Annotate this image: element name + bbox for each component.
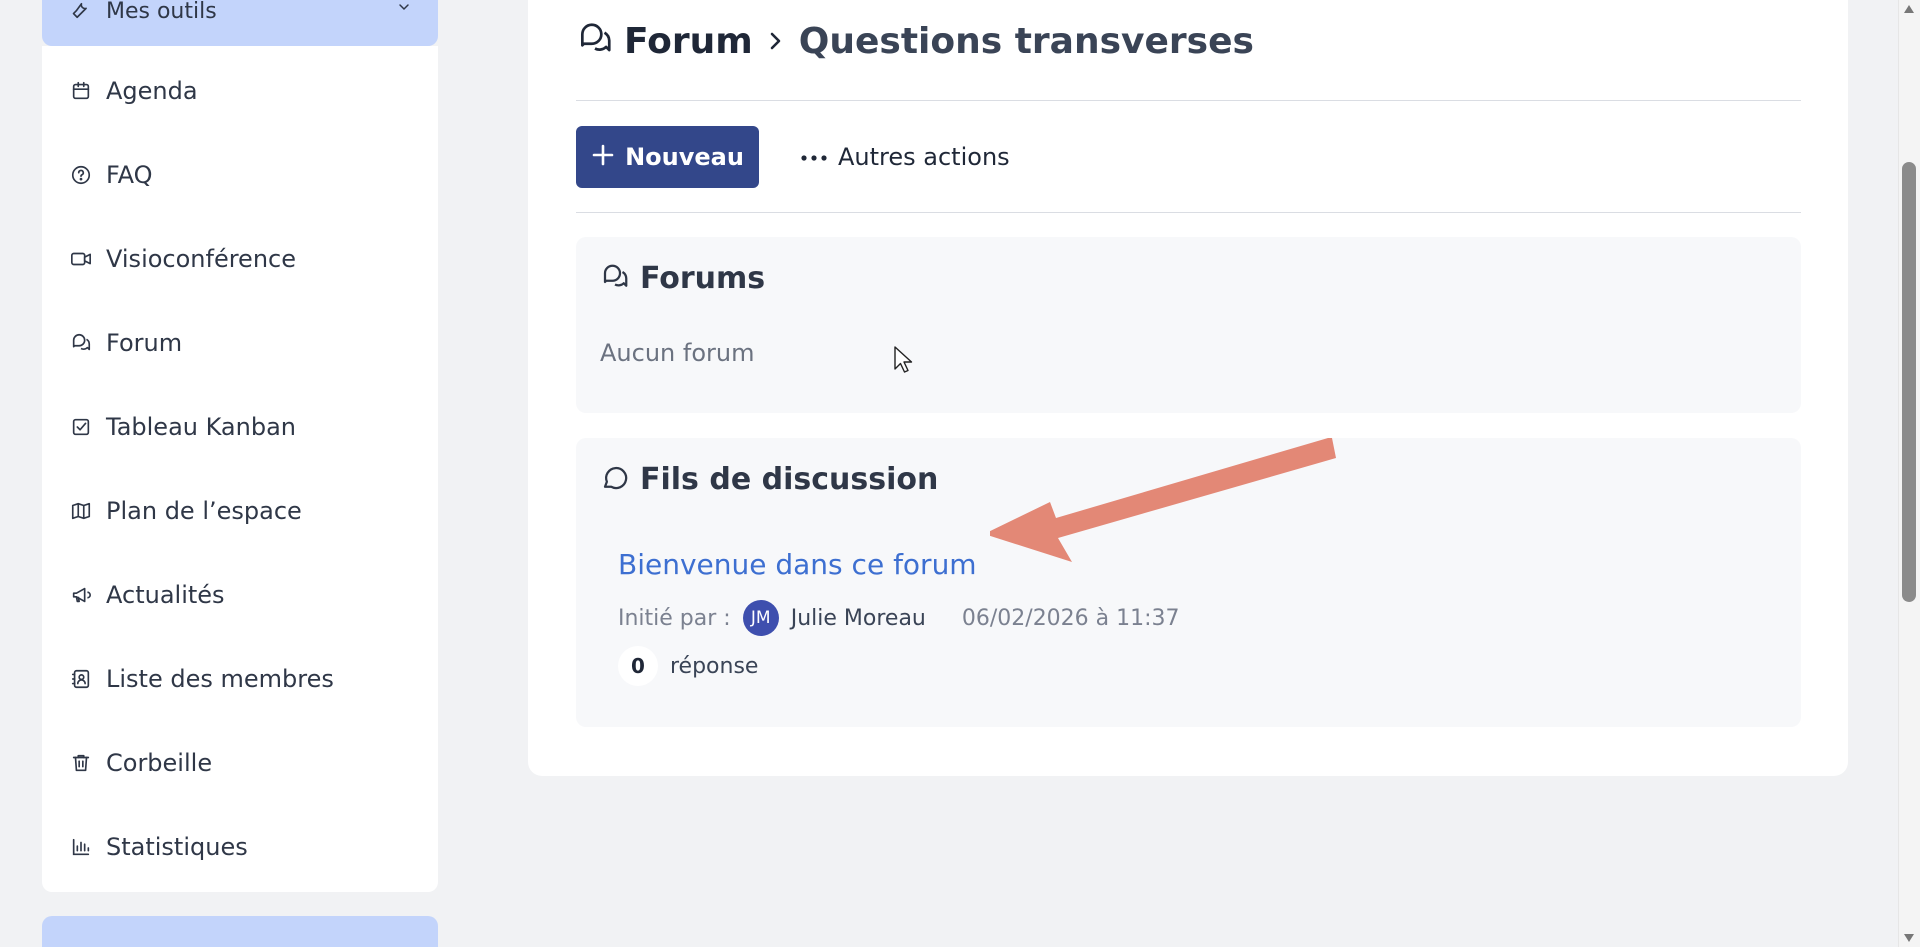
sidebar-item-label: Plan de l’espace xyxy=(106,497,302,525)
next-section-header[interactable] xyxy=(42,916,438,947)
tools-menu: Agenda FAQ Visioconférence Forum Tableau… xyxy=(42,46,438,892)
sidebar-item-label: Liste des membres xyxy=(106,665,334,693)
sidebar-item-label: Actualités xyxy=(106,581,225,609)
chat-bubble-icon xyxy=(600,463,630,497)
forums-panel: Forums Aucun forum xyxy=(576,237,1801,413)
forums-panel-title: Forums xyxy=(600,261,765,296)
sidebar-item-label: Agenda xyxy=(106,77,198,105)
divider xyxy=(576,100,1801,101)
trash-icon xyxy=(68,750,94,776)
scrollbar-thumb[interactable] xyxy=(1902,162,1916,602)
sidebar-item-label: Statistiques xyxy=(106,833,248,861)
new-button-label: Nouveau xyxy=(625,143,744,171)
video-camera-icon xyxy=(68,246,94,272)
author-name[interactable]: Julie Moreau xyxy=(791,606,926,631)
reply-count-badge: 0 xyxy=(618,646,658,686)
wrench-icon xyxy=(68,0,90,24)
tools-section-header[interactable]: Mes outils xyxy=(42,0,438,46)
reply-label: réponse xyxy=(670,653,759,679)
calendar-icon xyxy=(68,78,94,104)
sidebar-item-label: Forum xyxy=(106,329,183,357)
more-actions-button[interactable]: Autres actions xyxy=(800,136,1010,178)
chevron-right-icon xyxy=(767,29,785,53)
tools-section-label: Mes outils xyxy=(106,0,217,24)
page-title: Questions transverses xyxy=(798,20,1254,62)
sidebar-item-label: FAQ xyxy=(106,161,153,189)
thread-meta: Initié par : JM Julie Moreau 06/02/2026 … xyxy=(618,600,1180,636)
sidebar-item-kanban[interactable]: Tableau Kanban xyxy=(68,407,296,447)
avatar[interactable]: JM xyxy=(742,600,779,636)
sidebar-item-agenda[interactable]: Agenda xyxy=(68,71,198,111)
thread-date: 06/02/2026 à 11:37 xyxy=(961,605,1180,631)
mouse-cursor-icon xyxy=(894,346,913,373)
chat-bubbles-icon xyxy=(600,262,630,296)
ellipsis-icon xyxy=(800,148,828,167)
forums-title: Forums xyxy=(640,261,766,296)
breadcrumb: Forum Questions transverses xyxy=(576,18,1254,64)
contact-book-icon xyxy=(68,666,94,692)
sidebar-item-trash[interactable]: Corbeille xyxy=(68,743,212,783)
sidebar-item-forum[interactable]: Forum xyxy=(68,323,182,363)
checkbox-icon xyxy=(68,414,94,440)
plus-icon xyxy=(591,143,615,171)
sidebar-item-statistics[interactable]: Statistiques xyxy=(68,827,248,867)
megaphone-icon xyxy=(68,582,94,608)
new-button[interactable]: Nouveau xyxy=(576,126,759,188)
sidebar-item-faq[interactable]: FAQ xyxy=(68,155,153,195)
sidebar-item-label: Corbeille xyxy=(106,749,213,777)
threads-panel-title: Fils de discussion xyxy=(600,462,938,497)
sidebar: Mes outils Agenda FAQ Visioconférence Fo… xyxy=(0,0,481,947)
sidebar-item-visioconference[interactable]: Visioconférence xyxy=(68,239,296,279)
chat-bubbles-icon xyxy=(576,20,614,62)
question-circle-icon xyxy=(68,162,94,188)
chat-bubbles-icon xyxy=(68,330,94,356)
breadcrumb-forum-link[interactable]: Forum xyxy=(624,21,753,62)
empty-forums-text: Aucun forum xyxy=(600,339,755,367)
sidebar-item-label: Tableau Kanban xyxy=(106,413,296,441)
map-icon xyxy=(68,498,94,524)
threads-title: Fils de discussion xyxy=(640,462,939,497)
sidebar-item-label: Visioconférence xyxy=(106,245,296,273)
divider xyxy=(576,212,1801,213)
scroll-up-arrow-icon[interactable] xyxy=(1903,4,1915,14)
reply-count-row: 0 réponse xyxy=(618,646,758,686)
annotation-arrow xyxy=(990,438,1336,562)
more-actions-label: Autres actions xyxy=(838,143,1010,171)
scroll-down-arrow-icon[interactable] xyxy=(1903,933,1915,943)
sidebar-item-members[interactable]: Liste des membres xyxy=(68,659,334,699)
thread-title-link[interactable]: Bienvenue dans ce forum xyxy=(618,548,977,581)
bar-chart-icon xyxy=(68,834,94,860)
started-by-label: Initié par : xyxy=(618,605,731,631)
sidebar-item-space-map[interactable]: Plan de l’espace xyxy=(68,491,302,531)
sidebar-item-news[interactable]: Actualités xyxy=(68,575,225,615)
chevron-down-icon xyxy=(396,0,412,19)
